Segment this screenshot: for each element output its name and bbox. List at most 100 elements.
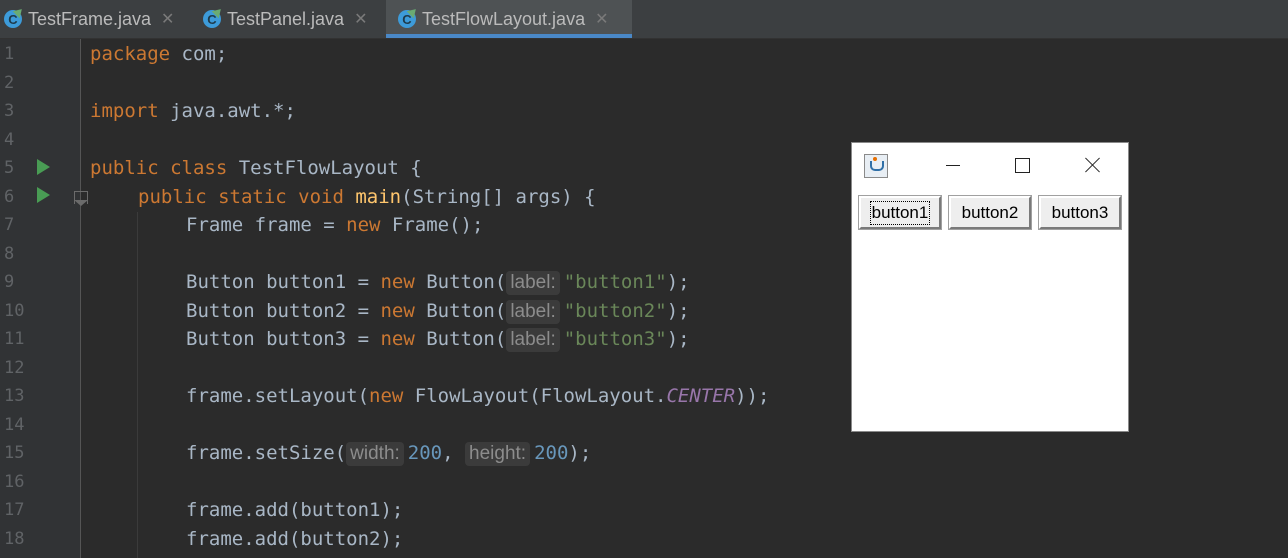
java-class-icon: C — [4, 10, 22, 28]
parameter-hint: label: — [506, 300, 560, 324]
code-text: ); — [666, 300, 690, 322]
parameter-hint: label: — [506, 328, 560, 352]
button-label: button3 — [1051, 202, 1109, 222]
code-text: )); — [735, 385, 770, 407]
gutter-divider — [80, 39, 81, 558]
line-number: 10 — [4, 301, 25, 321]
string-literal: "button3" — [563, 328, 667, 350]
code-line: Button button2 = new Button(label: "butto… — [186, 297, 690, 325]
code-text: FlowLayout(FlowLayout. — [403, 385, 667, 407]
line-number: 13 — [4, 386, 25, 406]
keyword: public static void — [138, 186, 344, 208]
line-number: 6 — [4, 187, 15, 207]
string-literal: "button1" — [563, 271, 667, 293]
code-text: (String[] args) { — [401, 186, 596, 208]
run-icon[interactable] — [37, 159, 50, 175]
maximize-icon[interactable] — [1015, 158, 1030, 173]
constant: CENTER — [666, 385, 736, 407]
fold-icon[interactable] — [74, 191, 88, 206]
code-text: Button button2 = — [186, 300, 381, 322]
tab-testpanel[interactable]: C TestPanel.java ✕ — [203, 0, 383, 38]
close-icon[interactable]: ✕ — [161, 9, 174, 29]
code-line: Button button1 = new Button(label: "butto… — [186, 268, 690, 296]
tab-testframe[interactable]: C TestFrame.java ✕ — [4, 0, 188, 38]
code-text: TestFlowLayout { — [227, 157, 422, 179]
code-text: ); — [666, 271, 690, 293]
method-name: main — [355, 186, 402, 208]
keyword: new — [380, 271, 415, 293]
line-number: 7 — [4, 215, 15, 235]
keyword: import — [90, 100, 159, 122]
code-text: frame.setLayout( — [186, 385, 370, 407]
close-icon[interactable]: ✕ — [354, 9, 367, 29]
code-text: frame.add(button2); — [186, 528, 404, 550]
line-number: 12 — [4, 358, 25, 378]
button1[interactable]: button1 — [859, 196, 941, 229]
line-number: 11 — [4, 329, 25, 349]
code-text: com; — [170, 43, 228, 65]
line-number: 16 — [4, 472, 25, 492]
code-line: frame.add(button1); — [186, 496, 403, 524]
tab-label: TestPanel.java — [227, 8, 345, 29]
java-class-icon: C — [203, 10, 221, 28]
number-literal: 200 — [534, 442, 569, 464]
awt-frame-window: button1 button2 button3 — [852, 143, 1128, 431]
button2[interactable]: button2 — [949, 196, 1031, 229]
code-text: frame.setSize( — [186, 442, 347, 464]
code-line: public static void main(String[] args) { — [138, 183, 596, 211]
keyword: new — [369, 385, 404, 407]
code-line: Button button3 = new Button(label: "butto… — [186, 325, 690, 353]
code-line: import java.awt.*; — [90, 97, 296, 125]
tab-label: TestFrame.java — [28, 8, 152, 29]
code-line: frame.setLayout(new FlowLayout(FlowLayou… — [186, 382, 769, 410]
code-text: Frame(); — [380, 214, 484, 236]
indent-guide — [137, 212, 138, 558]
close-icon[interactable]: ✕ — [595, 9, 608, 29]
line-number: 2 — [4, 73, 15, 93]
number-literal: 200 — [407, 442, 443, 464]
code-text: Frame frame = — [186, 214, 347, 236]
code-line: package com; — [90, 40, 227, 68]
editor-tab-bar: C TestFrame.java ✕ C TestPanel.java ✕ C … — [0, 0, 1288, 39]
code-text: Button( — [414, 300, 507, 322]
line-number: 9 — [4, 272, 15, 292]
code-text: Button( — [414, 271, 507, 293]
code-text: frame.add(button1); — [186, 499, 404, 521]
line-number: 1 — [4, 44, 15, 64]
code-line: frame.setSize(width: 200, height: 200); — [186, 439, 591, 467]
java-class-icon: C — [398, 10, 416, 28]
code-text: Button button1 = — [186, 271, 381, 293]
parameter-hint: height: — [465, 442, 531, 466]
parameter-hint: width: — [346, 442, 404, 466]
line-number: 18 — [4, 529, 25, 549]
keyword: new — [346, 214, 381, 236]
line-number: 14 — [4, 415, 25, 435]
code-line: frame.add(button2); — [186, 525, 403, 553]
code-line: public class TestFlowLayout { — [90, 154, 422, 182]
tab-testflowlayout[interactable]: C TestFlowLayout.java ✕ — [386, 0, 632, 38]
window-titlebar[interactable] — [852, 143, 1128, 187]
minimize-icon[interactable] — [946, 165, 960, 166]
keyword: public class — [90, 157, 228, 179]
tab-label: TestFlowLayout.java — [422, 8, 586, 29]
code-line: Frame frame = new Frame(); — [186, 211, 483, 239]
button3[interactable]: button3 — [1039, 196, 1121, 229]
string-literal: "button2" — [563, 300, 667, 322]
code-text: ); — [666, 328, 690, 350]
keyword: new — [380, 300, 415, 322]
code-text: java.awt.*; — [158, 100, 296, 122]
button-label: button2 — [961, 202, 1019, 222]
line-number: 8 — [4, 244, 15, 264]
keyword: new — [380, 328, 415, 350]
line-number: 3 — [4, 101, 15, 121]
line-number: 15 — [4, 443, 25, 463]
keyword: package — [90, 43, 171, 65]
code-text: Button button3 = — [186, 328, 381, 350]
button-label: button1 — [869, 200, 931, 225]
line-number: 4 — [4, 130, 15, 150]
line-number: 5 — [4, 158, 15, 178]
code-text: ); — [568, 442, 592, 464]
run-icon[interactable] — [37, 187, 50, 203]
code-text: Button( — [414, 328, 507, 350]
close-icon[interactable] — [1085, 157, 1101, 173]
